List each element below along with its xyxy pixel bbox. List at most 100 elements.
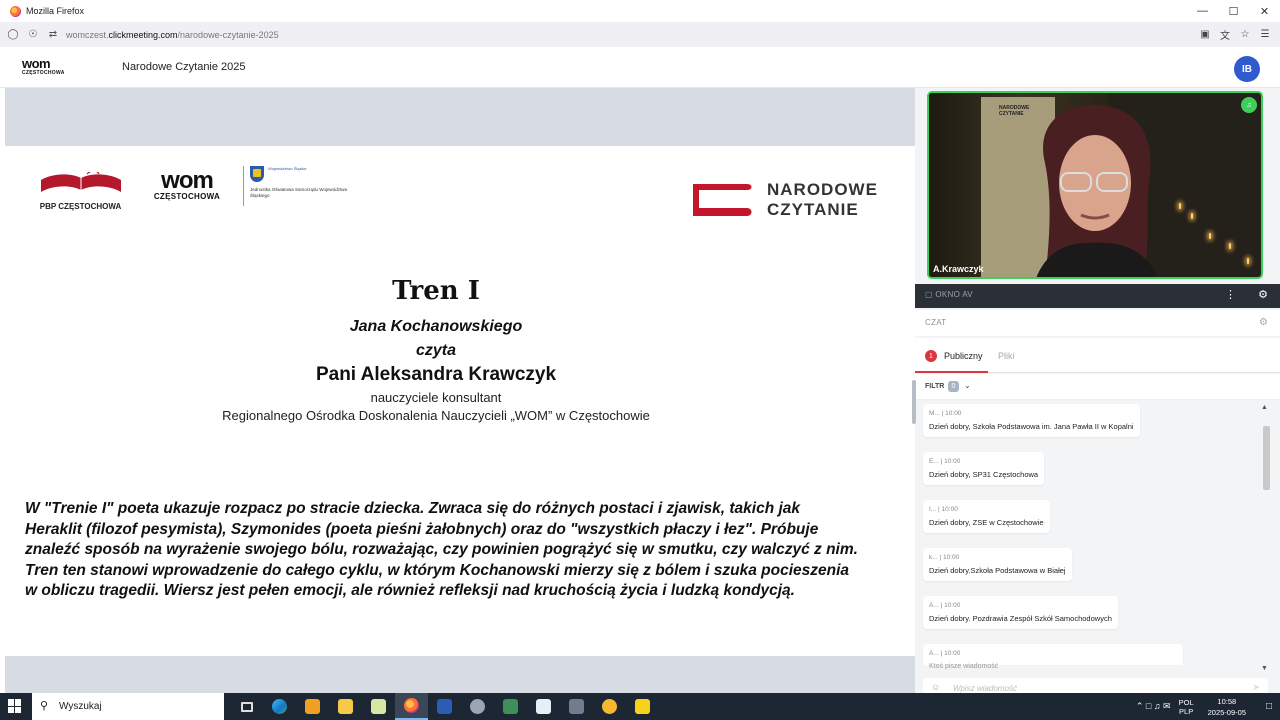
participant-image: [1036, 104, 1158, 277]
chat-message: A... | 10:00: [923, 644, 1183, 665]
firefox-logo-icon: [10, 5, 21, 17]
send-icon[interactable]: ➤: [1252, 682, 1260, 693]
slaskie-logo: Województwo Śląskie Jednostka Oświatowa …: [243, 166, 353, 206]
taskbar-search[interactable]: ⚲ Wyszukaj: [32, 693, 224, 720]
permissions-icon[interactable]: ⇄: [46, 28, 60, 42]
chat-message: M... | 10:00 Dzień dobry, Szkoła Podstaw…: [923, 404, 1140, 437]
chat-filter[interactable]: FILTR 0 ⌄: [915, 374, 1280, 400]
notepad-icon[interactable]: [362, 693, 395, 720]
close-icon[interactable]: ✕: [1249, 0, 1280, 22]
chat-message: I... | 10:00 Dzień dobry, ZSE w Częstoch…: [923, 500, 1050, 533]
av-window-bar: ▢ OKNO AV ⋮ ⚙: [915, 284, 1280, 308]
av-window-label: ▢ OKNO AV: [925, 290, 973, 299]
unread-badge: 1: [925, 350, 937, 362]
chevron-down-icon[interactable]: ⌄: [964, 381, 971, 390]
slide-title: Tren I: [392, 276, 480, 306]
tray-icons[interactable]: ⌃ □ ♫ ✉: [1136, 701, 1171, 712]
emoji-icon[interactable]: ☺: [931, 682, 940, 692]
chat-input[interactable]: ☺ Wpisz wiadomość ➤: [923, 678, 1268, 693]
video-tile[interactable]: NARODOWE CZYTANIE ♫ A.Krawczyk: [927, 91, 1263, 279]
candle-light: [1179, 203, 1181, 209]
taskbar-apps: [230, 693, 659, 720]
file-explorer-icon[interactable]: [329, 693, 362, 720]
chat-messages: M... | 10:00 Dzień dobry, Szkoła Podstaw…: [915, 400, 1267, 665]
scroll-up-icon[interactable]: ▲: [1261, 404, 1268, 411]
menu-icon[interactable]: ☰: [1258, 28, 1272, 42]
window-title: Mozilla Firefox: [26, 6, 85, 16]
slide-institution: Regionalnego Ośrodka Doskonalenia Nauczy…: [222, 408, 650, 423]
windows-taskbar: ⚲ Wyszukaj ⌃ □ ♫ ✉ POL PLP 10:58 2025-09-0…: [0, 693, 1280, 720]
chat-header: CZAT ⚙: [915, 310, 1280, 336]
taskbar-search-placeholder: Wyszukaj: [59, 701, 102, 712]
media-icon[interactable]: [296, 693, 329, 720]
clock[interactable]: 10:58 2025-09-05: [1208, 696, 1246, 718]
wom-logo: wom CZĘSTOCHOWA: [22, 56, 65, 76]
pbp-logo: PBP CZĘSTOCHOWA: [33, 154, 128, 214]
translate-icon[interactable]: 文: [1218, 28, 1232, 42]
calculator-icon[interactable]: [560, 693, 593, 720]
slide-reads: czyta: [415, 342, 457, 359]
speaking-indicator-icon: ♫: [1241, 97, 1257, 113]
wom-slide-logo: wom CZĘSTOCHOWA: [153, 167, 221, 202]
notification-icon[interactable]: □: [1258, 693, 1280, 720]
scroll-down-icon[interactable]: ▼: [1261, 665, 1268, 672]
lock-icon[interactable]: ☉: [26, 28, 40, 42]
tab-public-label: Publiczny: [944, 351, 983, 361]
language-indicator[interactable]: POL PLP: [1179, 698, 1194, 716]
address-bar[interactable]: ◯ ☉ ⇄ womczest.clickmeeting.com/narodowe…: [0, 22, 1280, 47]
slide-role: nauczyciele konsultant: [370, 390, 502, 405]
edge-icon[interactable]: [263, 693, 296, 720]
maximize-icon[interactable]: ☐: [1218, 0, 1249, 22]
chat-scrollbar[interactable]: ▲ ▼: [1261, 404, 1271, 672]
chat-title: CZAT: [925, 318, 947, 327]
window-controls: — ☐ ✕: [1187, 0, 1280, 22]
url-text[interactable]: womczest.clickmeeting.com/narodowe-czyta…: [66, 30, 279, 40]
candle-light: [1191, 213, 1193, 219]
task-view-icon[interactable]: [230, 693, 263, 720]
minimize-icon[interactable]: —: [1187, 0, 1218, 22]
presentation-slide: PBP CZĘSTOCHOWA wom CZĘSTOCHOWA Wojewódz…: [5, 146, 915, 656]
nc-book-icon: [693, 184, 752, 216]
chat-tabs: 1 Publiczny Pliki: [915, 338, 1280, 373]
app2-icon[interactable]: [494, 693, 527, 720]
store-icon[interactable]: [527, 693, 560, 720]
start-icon[interactable]: [8, 699, 22, 713]
side-panel: NARODOWE CZYTANIE ♫ A.Krawczyk ▢ OKNO AV …: [915, 88, 1280, 693]
slide-reader: Pani Aleksandra Krawczyk: [315, 364, 557, 385]
presentation-stage: PBP CZĘSTOCHOWA wom CZĘSTOCHOWA Wojewódz…: [5, 88, 915, 693]
more-options-icon[interactable]: ⋮: [1225, 288, 1236, 301]
word-icon[interactable]: [428, 693, 461, 720]
panel-resize-handle[interactable]: [912, 380, 916, 424]
star-icon[interactable]: ☆: [1238, 28, 1252, 42]
firefox-icon[interactable]: [395, 693, 428, 720]
event-title: Narodowe Czytanie 2025: [122, 61, 246, 73]
app-header: wom CZĘSTOCHOWA Narodowe Czytanie 2025 I…: [0, 47, 1280, 88]
weather-icon[interactable]: [593, 693, 626, 720]
app-icon[interactable]: [461, 693, 494, 720]
scroll-thumb[interactable]: [1263, 426, 1270, 490]
shield-icon[interactable]: ◯: [6, 28, 20, 42]
user-avatar[interactable]: IB: [1234, 56, 1260, 82]
candle-light: [1247, 258, 1249, 264]
video-settings-icon[interactable]: ⚙: [1258, 288, 1268, 301]
filter-label: FILTR: [925, 383, 945, 390]
typing-indicator: Ktoś pisze wiadomość: [929, 663, 999, 670]
slide-description: W "Trenie I" poeta ukazuje rozpacz po st…: [25, 500, 858, 600]
chat-settings-icon[interactable]: ⚙: [1259, 317, 1268, 328]
chat-input-placeholder: Wpisz wiadomość: [953, 684, 1018, 693]
participant-name: A.Krawczyk: [933, 264, 984, 274]
window-titlebar: Mozilla Firefox — ☐ ✕: [0, 0, 1280, 22]
candle-light: [1209, 233, 1211, 239]
chat-message: k... | 10:00 Dzień dobry.Szkoła Podstawo…: [923, 548, 1072, 581]
chat-message: A... | 10:00 Dzień dobry. Pozdrawia Zesp…: [923, 596, 1118, 629]
candle-light: [1229, 243, 1231, 249]
sticky-notes-icon[interactable]: [626, 693, 659, 720]
tab-public[interactable]: 1 Publiczny: [915, 338, 988, 373]
chat-message: E... | 10:00 Dzień dobry, SP31 Częstocho…: [923, 452, 1045, 485]
pbp-book-icon: [41, 172, 121, 194]
filter-count: 0: [948, 381, 959, 392]
narodowe-czytanie-logo: NARODOWE CZYTANIE: [689, 179, 889, 221]
page-icon[interactable]: ▣: [1198, 28, 1212, 42]
system-tray: ⌃ □ ♫ ✉ POL PLP 10:58 2025-09-05 □: [1136, 693, 1280, 720]
tab-files[interactable]: Pliki: [998, 351, 1015, 361]
